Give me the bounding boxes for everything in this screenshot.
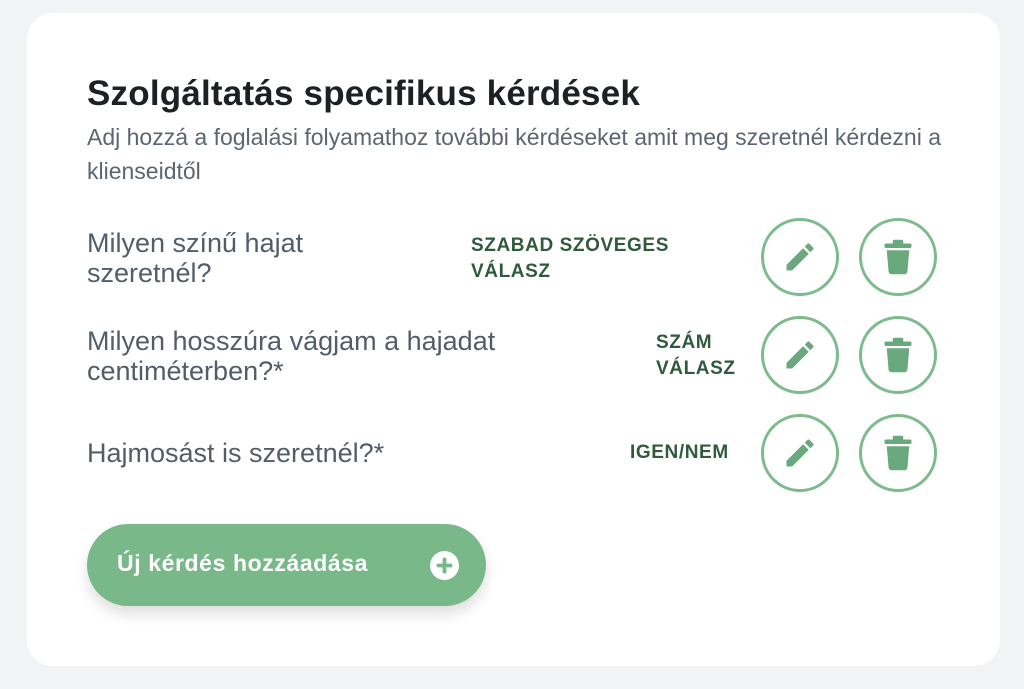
edit-question-button[interactable]: [761, 316, 839, 394]
delete-question-button[interactable]: [859, 414, 937, 492]
pencil-icon: [786, 243, 814, 271]
question-text: Milyen hosszúra vágjam a hajadat centimé…: [87, 326, 496, 386]
edit-question-button[interactable]: [761, 218, 839, 296]
plus-circle-icon: [430, 551, 459, 580]
answer-type-label: IGEN/NEM: [630, 442, 729, 463]
section-title: Szolgáltatás specifikus kérdések: [87, 74, 641, 113]
add-question-button[interactable]: Új kérdés hozzáadása: [87, 524, 486, 606]
trash-icon: [884, 337, 912, 373]
add-question-label: Új kérdés hozzáadása: [117, 550, 369, 576]
section-subtitle: Adj hozzá a foglalási folyamathoz tovább…: [87, 124, 942, 184]
answer-type-label: SZABAD SZÖVEGES VÁLASZ: [471, 235, 669, 282]
edit-question-button[interactable]: [761, 414, 839, 492]
answer-type-label: SZÁM VÁLASZ: [656, 332, 736, 379]
pencil-icon: [786, 341, 814, 369]
question-text: Hajmosást is szeretnél?*: [87, 438, 385, 468]
delete-question-button[interactable]: [859, 218, 937, 296]
pencil-icon: [786, 439, 814, 467]
question-text: Milyen színű hajat szeretnél?: [87, 228, 304, 288]
trash-icon: [884, 435, 912, 471]
delete-question-button[interactable]: [859, 316, 937, 394]
trash-icon: [884, 239, 912, 275]
